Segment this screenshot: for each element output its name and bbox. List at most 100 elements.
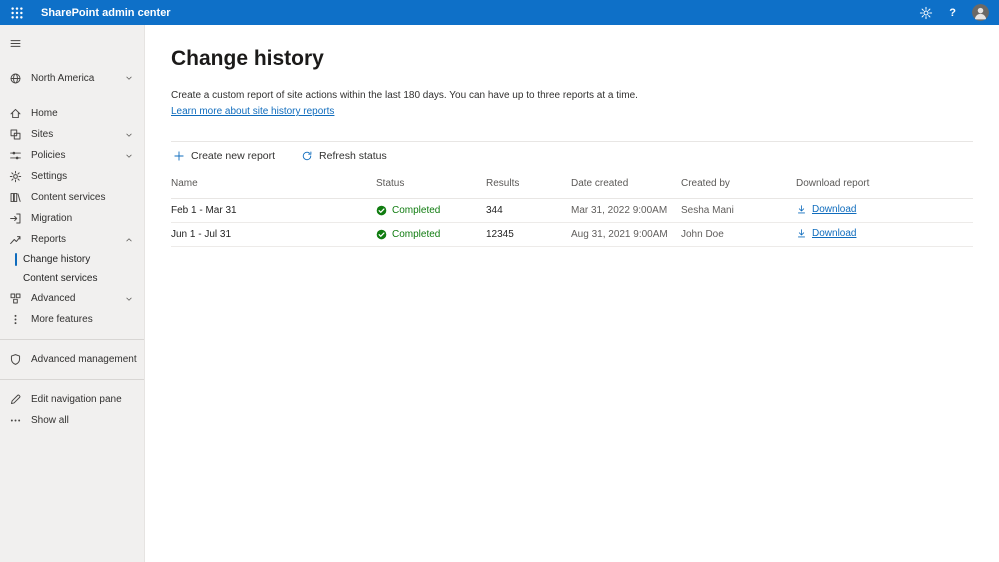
- sidebar-item-reports[interactable]: Reports: [0, 229, 144, 250]
- completed-check-icon: [376, 205, 387, 216]
- completed-check-icon: [376, 229, 387, 240]
- report-date-created: Aug 31, 2021 9:00AM: [571, 229, 668, 240]
- table-row[interactable]: Jun 1 - Jul 31 Completed 12345 Aug 31, 2…: [171, 223, 973, 247]
- avatar[interactable]: [972, 4, 989, 21]
- sidebar-item-label: Settings: [31, 171, 68, 182]
- sidebar-item-label: Content services: [23, 273, 98, 284]
- sidebar-item-change-history[interactable]: Change history: [0, 250, 144, 269]
- column-header-results[interactable]: Results: [486, 178, 571, 189]
- sites-icon: [9, 128, 22, 141]
- sidebar-item-policies[interactable]: Policies: [0, 145, 144, 166]
- ellipsis-icon: [9, 414, 22, 427]
- help-icon[interactable]: ?: [949, 7, 956, 19]
- column-header-date-created[interactable]: Date created: [571, 178, 681, 189]
- sidebar-item-label: Content services: [31, 192, 106, 203]
- migration-icon: [9, 212, 22, 225]
- sidebar-item-migration[interactable]: Migration: [0, 208, 144, 229]
- create-new-report-label: Create new report: [191, 150, 276, 162]
- chevron-down-icon: [124, 130, 134, 140]
- status-label: Completed: [392, 229, 441, 240]
- status-badge: Completed: [376, 229, 486, 240]
- download-icon: [796, 204, 807, 215]
- chevron-down-icon: [124, 294, 134, 304]
- sidebar-divider: [0, 339, 144, 340]
- sidebar-item-advanced[interactable]: Advanced: [0, 288, 144, 309]
- sidebar-divider: [0, 379, 144, 380]
- chevron-down-icon: [124, 151, 134, 161]
- sidebar-item-content-services-report[interactable]: Content services: [0, 269, 144, 288]
- refresh-status-label: Refresh status: [319, 150, 387, 162]
- sidebar-item-label: Advanced management: [31, 354, 137, 365]
- shield-icon: [9, 353, 22, 366]
- pencil-icon: [9, 393, 22, 406]
- sidebar-item-home[interactable]: Home: [0, 103, 144, 124]
- sidebar-item-label: Advanced: [31, 293, 76, 304]
- policies-icon: [9, 149, 22, 162]
- sidebar-item-show-all[interactable]: Show all: [0, 410, 144, 431]
- sidebar-item-settings[interactable]: Settings: [0, 166, 144, 187]
- report-created-by: John Doe: [681, 229, 724, 240]
- table-row[interactable]: Feb 1 - Mar 31 Completed 344 Mar 31, 202…: [171, 199, 973, 223]
- column-header-download-report[interactable]: Download report: [796, 178, 973, 189]
- sidebar-item-label: Reports: [31, 234, 67, 245]
- report-name: Jun 1 - Jul 31: [171, 229, 232, 240]
- content-services-icon: [9, 191, 22, 204]
- status-badge: Completed: [376, 205, 486, 216]
- sidebar-item-content-services[interactable]: Content services: [0, 187, 144, 208]
- advanced-icon: [9, 292, 22, 305]
- sidebar-item-label: Sites: [31, 129, 54, 140]
- topbar-actions: ?: [919, 4, 989, 21]
- download-link[interactable]: Download: [796, 204, 856, 215]
- refresh-icon: [301, 150, 313, 162]
- report-name: Feb 1 - Mar 31: [171, 205, 237, 216]
- command-bar: Create new report Refresh status: [171, 141, 973, 169]
- page-description: Create a custom report of site actions w…: [171, 90, 638, 101]
- column-header-created-by[interactable]: Created by: [681, 178, 796, 189]
- app-title: SharePoint admin center: [41, 6, 171, 19]
- create-new-report-button[interactable]: Create new report: [171, 148, 277, 164]
- column-header-name[interactable]: Name: [171, 178, 376, 189]
- column-header-status[interactable]: Status: [376, 178, 486, 189]
- app-launcher-button[interactable]: [10, 0, 32, 25]
- region-label: North America: [31, 72, 95, 84]
- region-selector[interactable]: North America: [0, 67, 144, 89]
- sidebar-item-label: More features: [31, 314, 93, 325]
- sidebar-item-edit-navigation[interactable]: Edit navigation pane: [0, 389, 144, 410]
- main-content: Change history Create a custom report of…: [145, 25, 999, 562]
- sidebar-item-label: Policies: [31, 150, 66, 161]
- sidebar-item-label: Migration: [31, 213, 73, 224]
- chevron-down-icon: [124, 73, 134, 83]
- home-icon: [9, 107, 22, 120]
- more-vertical-icon: [9, 313, 22, 326]
- settings-gear-icon[interactable]: [919, 6, 933, 20]
- sidebar-item-label: Edit navigation pane: [31, 394, 122, 405]
- plus-icon: [173, 150, 185, 162]
- sidebar-item-label: Show all: [31, 415, 69, 426]
- sidebar-item-sites[interactable]: Sites: [0, 124, 144, 145]
- download-label: Download: [812, 203, 857, 215]
- learn-more-link[interactable]: Learn more about site history reports: [171, 106, 334, 117]
- sidebar-item-advanced-management[interactable]: Advanced management: [0, 349, 144, 370]
- topbar: SharePoint admin center ?: [0, 0, 999, 25]
- download-link[interactable]: Download: [796, 228, 856, 239]
- report-results: 344: [486, 205, 503, 216]
- status-label: Completed: [392, 205, 441, 216]
- chevron-up-icon: [124, 235, 134, 245]
- report-results: 12345: [486, 229, 514, 240]
- gear-icon: [9, 170, 22, 183]
- hamburger-menu-icon[interactable]: [9, 37, 22, 50]
- sidebar-item-more-features[interactable]: More features: [0, 309, 144, 330]
- page-title: Change history: [171, 47, 324, 70]
- table-header: Name Status Results Date created Created…: [171, 169, 973, 199]
- report-date-created: Mar 31, 2022 9:00AM: [571, 205, 668, 216]
- refresh-status-button[interactable]: Refresh status: [299, 148, 389, 164]
- globe-icon: [9, 72, 22, 85]
- sidebar: North America Home Sites Policies Settin…: [0, 25, 145, 562]
- download-icon: [796, 228, 807, 239]
- waffle-icon: [10, 6, 24, 20]
- report-created-by: Sesha Mani: [681, 205, 734, 216]
- sidebar-item-label: Home: [31, 108, 58, 119]
- download-label: Download: [812, 227, 857, 239]
- sidebar-item-label: Change history: [23, 254, 91, 265]
- reports-icon: [9, 233, 22, 246]
